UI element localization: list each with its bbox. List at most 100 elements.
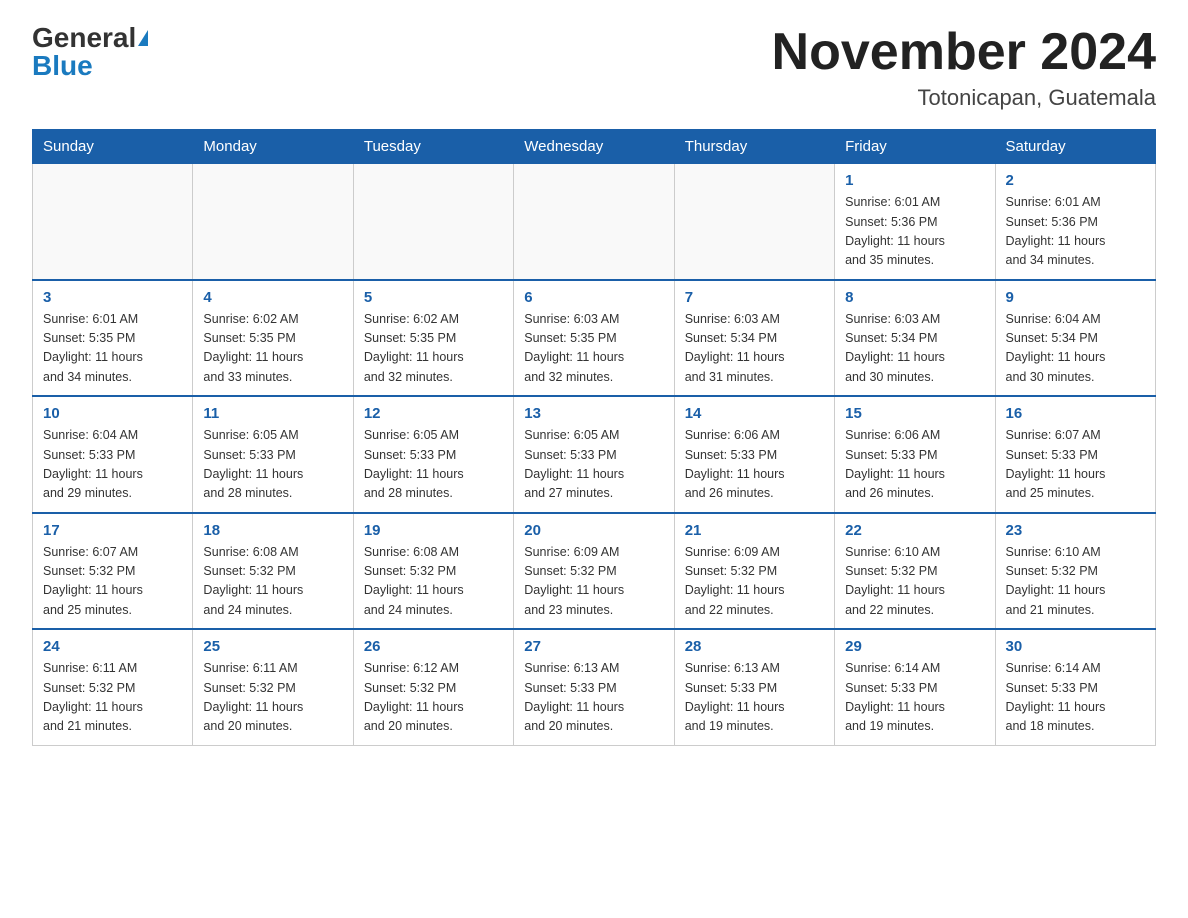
logo-triangle-icon bbox=[138, 30, 148, 46]
calendar-cell: 28Sunrise: 6:13 AMSunset: 5:33 PMDayligh… bbox=[674, 629, 834, 745]
calendar-cell: 2 Sunrise: 6:01 AMSunset: 5:36 PMDaylight… bbox=[995, 164, 1155, 280]
column-header-wednesday: Wednesday bbox=[514, 130, 674, 164]
day-number: 13 bbox=[524, 405, 663, 422]
day-info: Sunrise: 6:01 AMSunset: 5:35 PMDaylight:… bbox=[43, 310, 182, 388]
calendar-week-row: 17 Sunrise: 6:07 AMSunset: 5:32 PMDayligh… bbox=[33, 513, 1156, 630]
calendar-cell: 1 Sunrise: 6:01 AMSunset: 5:36 PMDaylight… bbox=[835, 164, 995, 280]
column-header-saturday: Saturday bbox=[995, 130, 1155, 164]
day-info: Sunrise: 6:13 AMSunset: 5:33 PMDaylight:… bbox=[685, 659, 824, 737]
day-number: 19 bbox=[364, 522, 503, 539]
column-header-tuesday: Tuesday bbox=[353, 130, 513, 164]
day-info: Sunrise: 6:01 AMSunset: 5:36 PMDaylight:… bbox=[845, 193, 984, 271]
day-number: 8 bbox=[845, 289, 984, 306]
calendar-cell: 14Sunrise: 6:06 AMSunset: 5:33 PMDayligh… bbox=[674, 396, 834, 513]
calendar-header-row: SundayMondayTuesdayWednesdayThursdayFrid… bbox=[33, 130, 1156, 164]
calendar-cell: 4 Sunrise: 6:02 AMSunset: 5:35 PMDaylight… bbox=[193, 280, 353, 397]
calendar-cell: 29 Sunrise: 6:14 AMSunset: 5:33 PMDayligh… bbox=[835, 629, 995, 745]
calendar-cell: 6 Sunrise: 6:03 AMSunset: 5:35 PMDaylight… bbox=[514, 280, 674, 397]
day-info: Sunrise: 6:04 AMSunset: 5:34 PMDaylight:… bbox=[1006, 310, 1145, 388]
day-number: 9 bbox=[1006, 289, 1145, 306]
title-block: November 2024 Totonicapan, Guatemala bbox=[772, 24, 1156, 111]
day-number: 11 bbox=[203, 405, 342, 422]
day-number: 12 bbox=[364, 405, 503, 422]
column-header-friday: Friday bbox=[835, 130, 995, 164]
day-number: 3 bbox=[43, 289, 182, 306]
day-number: 18 bbox=[203, 522, 342, 539]
day-number: 4 bbox=[203, 289, 342, 306]
calendar-cell: 30Sunrise: 6:14 AMSunset: 5:33 PMDayligh… bbox=[995, 629, 1155, 745]
calendar-cell: 10 Sunrise: 6:04 AMSunset: 5:33 PMDayligh… bbox=[33, 396, 193, 513]
calendar-cell: 19 Sunrise: 6:08 AMSunset: 5:32 PMDayligh… bbox=[353, 513, 513, 630]
day-info: Sunrise: 6:08 AMSunset: 5:32 PMDaylight:… bbox=[203, 543, 342, 621]
month-title: November 2024 bbox=[772, 24, 1156, 81]
day-info: Sunrise: 6:08 AMSunset: 5:32 PMDaylight:… bbox=[364, 543, 503, 621]
day-info: Sunrise: 6:09 AMSunset: 5:32 PMDaylight:… bbox=[524, 543, 663, 621]
calendar-cell bbox=[33, 164, 193, 280]
day-number: 5 bbox=[364, 289, 503, 306]
day-info: Sunrise: 6:07 AMSunset: 5:33 PMDaylight:… bbox=[1006, 426, 1145, 504]
day-number: 15 bbox=[845, 405, 984, 422]
day-info: Sunrise: 6:03 AMSunset: 5:34 PMDaylight:… bbox=[685, 310, 824, 388]
day-number: 27 bbox=[524, 638, 663, 655]
day-info: Sunrise: 6:06 AMSunset: 5:33 PMDaylight:… bbox=[685, 426, 824, 504]
day-info: Sunrise: 6:04 AMSunset: 5:33 PMDaylight:… bbox=[43, 426, 182, 504]
calendar-table: SundayMondayTuesdayWednesdayThursdayFrid… bbox=[32, 129, 1156, 746]
day-number: 6 bbox=[524, 289, 663, 306]
day-info: Sunrise: 6:07 AMSunset: 5:32 PMDaylight:… bbox=[43, 543, 182, 621]
day-number: 29 bbox=[845, 638, 984, 655]
day-number: 1 bbox=[845, 172, 984, 189]
day-info: Sunrise: 6:02 AMSunset: 5:35 PMDaylight:… bbox=[364, 310, 503, 388]
day-info: Sunrise: 6:03 AMSunset: 5:35 PMDaylight:… bbox=[524, 310, 663, 388]
calendar-cell: 17 Sunrise: 6:07 AMSunset: 5:32 PMDayligh… bbox=[33, 513, 193, 630]
day-number: 22 bbox=[845, 522, 984, 539]
location-subtitle: Totonicapan, Guatemala bbox=[772, 85, 1156, 111]
day-number: 24 bbox=[43, 638, 182, 655]
day-info: Sunrise: 6:13 AMSunset: 5:33 PMDaylight:… bbox=[524, 659, 663, 737]
calendar-week-row: 3 Sunrise: 6:01 AMSunset: 5:35 PMDaylight… bbox=[33, 280, 1156, 397]
page-header: General Blue November 2024 Totonicapan, … bbox=[32, 24, 1156, 111]
day-info: Sunrise: 6:09 AMSunset: 5:32 PMDaylight:… bbox=[685, 543, 824, 621]
calendar-cell bbox=[193, 164, 353, 280]
day-number: 16 bbox=[1006, 405, 1145, 422]
day-info: Sunrise: 6:10 AMSunset: 5:32 PMDaylight:… bbox=[845, 543, 984, 621]
calendar-cell: 24 Sunrise: 6:11 AMSunset: 5:32 PMDayligh… bbox=[33, 629, 193, 745]
day-info: Sunrise: 6:12 AMSunset: 5:32 PMDaylight:… bbox=[364, 659, 503, 737]
calendar-cell: 25Sunrise: 6:11 AMSunset: 5:32 PMDayligh… bbox=[193, 629, 353, 745]
day-number: 26 bbox=[364, 638, 503, 655]
logo-blue-text: Blue bbox=[32, 52, 93, 80]
day-number: 7 bbox=[685, 289, 824, 306]
calendar-cell: 5 Sunrise: 6:02 AMSunset: 5:35 PMDaylight… bbox=[353, 280, 513, 397]
column-header-thursday: Thursday bbox=[674, 130, 834, 164]
day-info: Sunrise: 6:06 AMSunset: 5:33 PMDaylight:… bbox=[845, 426, 984, 504]
calendar-cell: 26 Sunrise: 6:12 AMSunset: 5:32 PMDayligh… bbox=[353, 629, 513, 745]
day-info: Sunrise: 6:01 AMSunset: 5:36 PMDaylight:… bbox=[1006, 193, 1145, 271]
day-info: Sunrise: 6:11 AMSunset: 5:32 PMDaylight:… bbox=[43, 659, 182, 737]
day-number: 17 bbox=[43, 522, 182, 539]
day-info: Sunrise: 6:05 AMSunset: 5:33 PMDaylight:… bbox=[364, 426, 503, 504]
day-info: Sunrise: 6:03 AMSunset: 5:34 PMDaylight:… bbox=[845, 310, 984, 388]
logo-general-text: General bbox=[32, 24, 136, 52]
logo: General Blue bbox=[32, 24, 148, 80]
calendar-cell: 21Sunrise: 6:09 AMSunset: 5:32 PMDayligh… bbox=[674, 513, 834, 630]
calendar-cell: 18 Sunrise: 6:08 AMSunset: 5:32 PMDayligh… bbox=[193, 513, 353, 630]
calendar-cell: 20Sunrise: 6:09 AMSunset: 5:32 PMDayligh… bbox=[514, 513, 674, 630]
calendar-cell bbox=[514, 164, 674, 280]
column-header-sunday: Sunday bbox=[33, 130, 193, 164]
day-info: Sunrise: 6:02 AMSunset: 5:35 PMDaylight:… bbox=[203, 310, 342, 388]
day-number: 2 bbox=[1006, 172, 1145, 189]
calendar-cell bbox=[353, 164, 513, 280]
calendar-week-row: 10 Sunrise: 6:04 AMSunset: 5:33 PMDayligh… bbox=[33, 396, 1156, 513]
calendar-cell: 12 Sunrise: 6:05 AMSunset: 5:33 PMDayligh… bbox=[353, 396, 513, 513]
day-info: Sunrise: 6:14 AMSunset: 5:33 PMDaylight:… bbox=[845, 659, 984, 737]
calendar-week-row: 1 Sunrise: 6:01 AMSunset: 5:36 PMDaylight… bbox=[33, 164, 1156, 280]
day-info: Sunrise: 6:05 AMSunset: 5:33 PMDaylight:… bbox=[203, 426, 342, 504]
day-info: Sunrise: 6:10 AMSunset: 5:32 PMDaylight:… bbox=[1006, 543, 1145, 621]
calendar-cell bbox=[674, 164, 834, 280]
day-number: 10 bbox=[43, 405, 182, 422]
calendar-cell: 16 Sunrise: 6:07 AMSunset: 5:33 PMDayligh… bbox=[995, 396, 1155, 513]
day-info: Sunrise: 6:14 AMSunset: 5:33 PMDaylight:… bbox=[1006, 659, 1145, 737]
calendar-week-row: 24 Sunrise: 6:11 AMSunset: 5:32 PMDayligh… bbox=[33, 629, 1156, 745]
calendar-cell: 11 Sunrise: 6:05 AMSunset: 5:33 PMDayligh… bbox=[193, 396, 353, 513]
calendar-cell: 7 Sunrise: 6:03 AMSunset: 5:34 PMDaylight… bbox=[674, 280, 834, 397]
calendar-cell: 22 Sunrise: 6:10 AMSunset: 5:32 PMDayligh… bbox=[835, 513, 995, 630]
